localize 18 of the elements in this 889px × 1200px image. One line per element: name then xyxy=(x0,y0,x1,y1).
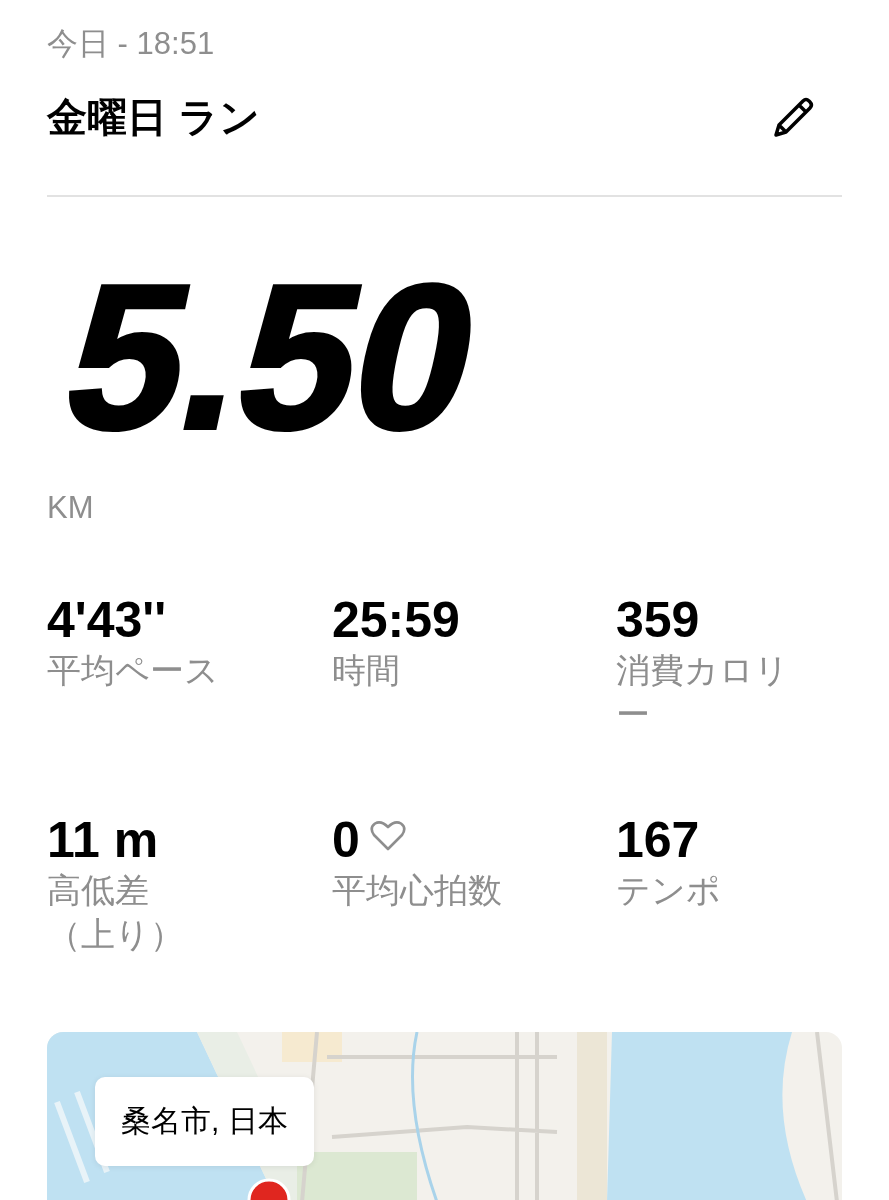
stat-label: 平均ペース xyxy=(47,649,220,691)
stat-value: 167 xyxy=(616,811,700,868)
stat-value: 359 xyxy=(616,591,700,648)
stat-label: 消費カロリー xyxy=(616,649,790,735)
stat-value: 25:59 xyxy=(332,591,460,648)
stat-value: 0 xyxy=(332,811,360,868)
stat-label: 高低差（上り） xyxy=(47,869,185,955)
stat-value: 11 m xyxy=(47,811,159,868)
stat-label: 時間 xyxy=(332,649,401,691)
stat-value: 4'43'' xyxy=(47,591,167,648)
stat-label: 平均心拍数 xyxy=(332,869,503,911)
distance-value: 5.50 xyxy=(47,241,499,474)
stat-label: テンポ xyxy=(616,869,722,911)
distance-unit: KM xyxy=(47,489,94,525)
activity-title: 金曜日 ラン xyxy=(47,93,261,141)
location-label: 桑名市, 日本 xyxy=(95,1076,314,1166)
activity-date: 今日 - 18:51 xyxy=(47,25,216,63)
heart-icon xyxy=(369,819,406,852)
